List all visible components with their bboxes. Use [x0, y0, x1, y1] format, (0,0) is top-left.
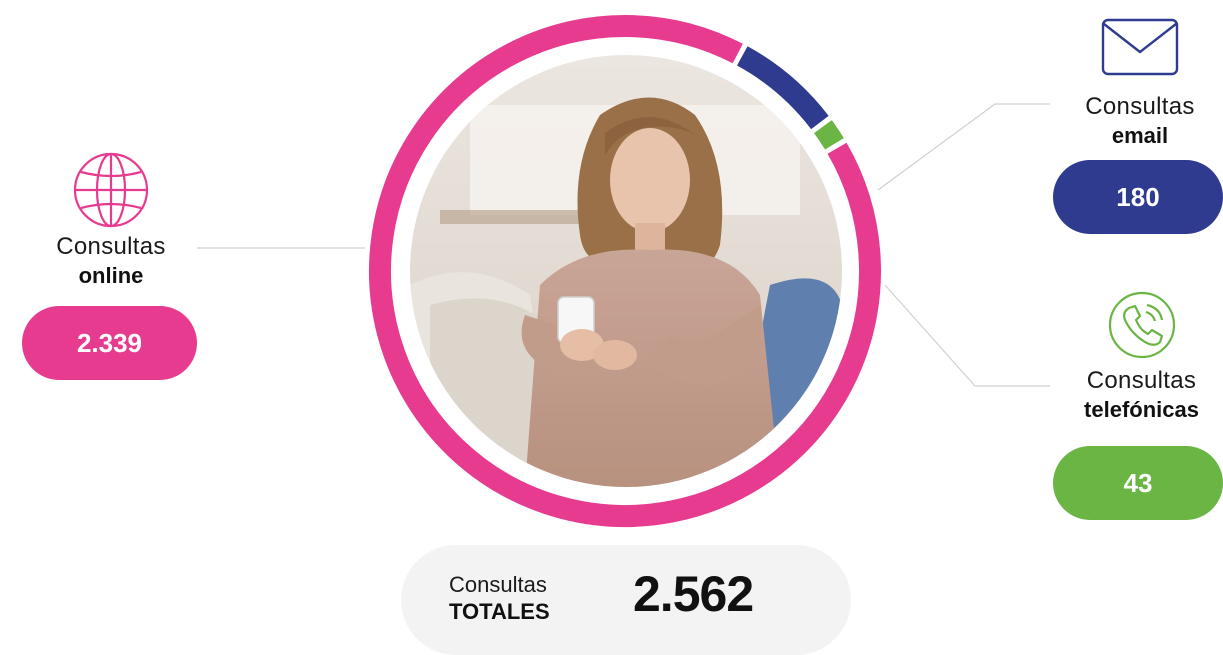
total-label-bottom: TOTALES [449, 599, 550, 624]
phone-icon [1107, 290, 1177, 360]
connector-telefonicas [884, 284, 1050, 387]
connector-email [877, 103, 1050, 191]
envelope-icon [1100, 16, 1180, 78]
total-value: 2.562 [633, 566, 754, 622]
online-value-badge: 2.339 [22, 306, 197, 380]
total-box: Consultas TOTALES 2.562 [401, 545, 851, 655]
phone-block: Consultas telefónicas [1060, 290, 1223, 424]
total-label-top: Consultas [449, 572, 547, 597]
total-label: Consultas TOTALES [449, 572, 589, 626]
phone-label-top: Consultas [1086, 367, 1197, 394]
globe-icon [71, 150, 151, 230]
donut-slice-telefonicas [813, 120, 844, 150]
online-label-top: Consultas [56, 233, 166, 260]
phone-value-badge: 43 [1053, 446, 1223, 520]
email-block: Consultas email [1060, 16, 1220, 150]
online-label-bottom: online [78, 263, 144, 288]
email-label-top: Consultas [1085, 93, 1195, 120]
email-label-bottom: email [1111, 123, 1169, 148]
woman-with-phone-photo [410, 55, 842, 487]
infographic: Consultas online 2.339 Consultas email 1… [0, 0, 1223, 655]
online-block: Consultas online [36, 150, 186, 290]
phone-label-bottom: telefónicas [1084, 397, 1199, 422]
email-value-badge: 180 [1053, 160, 1223, 234]
